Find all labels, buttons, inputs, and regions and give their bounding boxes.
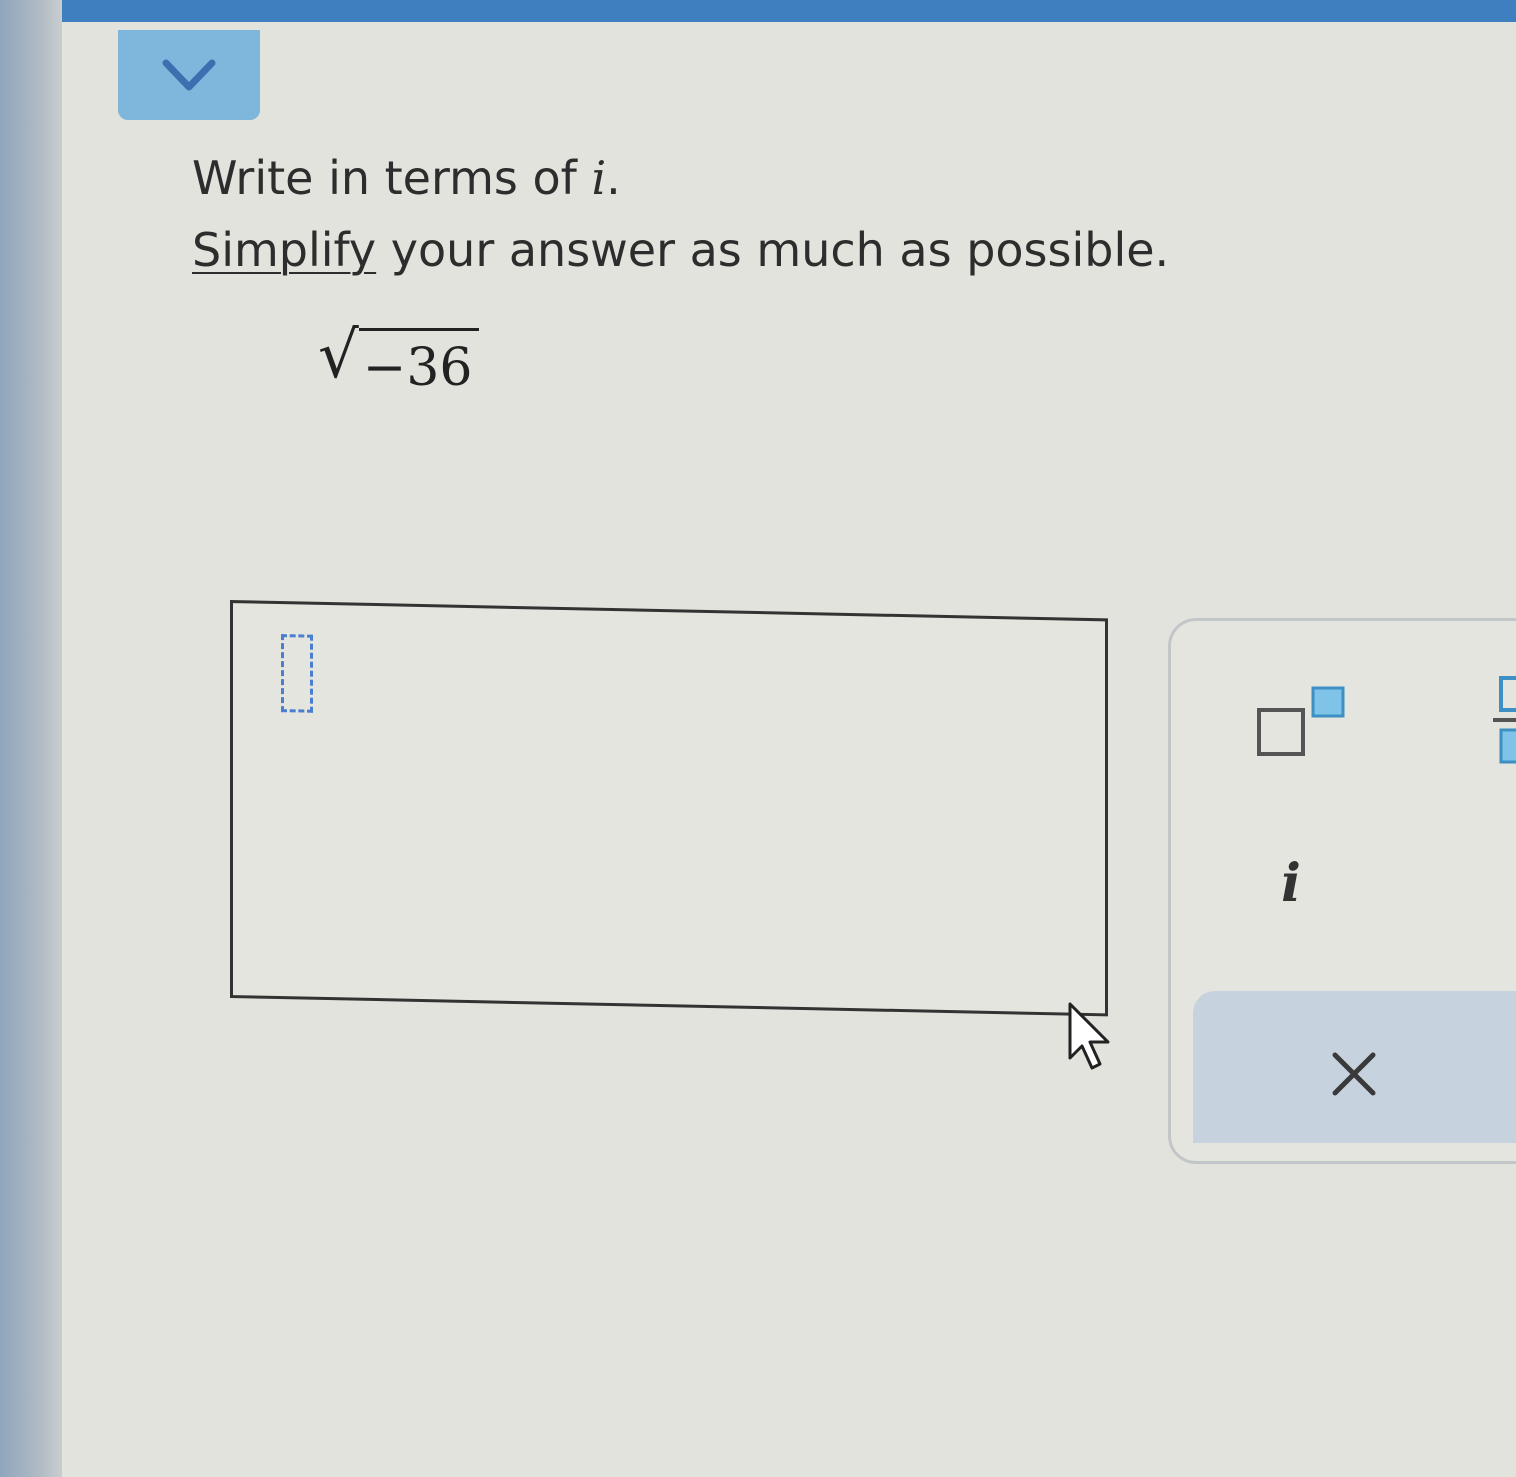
i-label: i: [1281, 852, 1301, 914]
chevron-down-icon: [162, 59, 216, 91]
radicand: −36: [358, 328, 479, 401]
superscript-template-button[interactable]: [1241, 669, 1351, 759]
fraction-template-icon: [1493, 676, 1516, 764]
empty-slot-icon[interactable]: [281, 634, 313, 713]
math-expression: √ −36: [318, 319, 479, 401]
instruction-rest: your answer as much as possible.: [376, 223, 1170, 277]
radical-symbol: √: [318, 319, 359, 393]
instruction-line-2: Simplify your answer as much as possible…: [192, 214, 1169, 286]
insert-i-button[interactable]: i: [1261, 843, 1321, 923]
variable-i: i: [591, 151, 607, 205]
math-palette: i: [1168, 618, 1516, 1164]
left-sidebar-strip: [0, 0, 62, 1477]
collapse-button[interactable]: [118, 30, 260, 120]
fraction-template-button[interactable]: [1481, 663, 1516, 773]
close-icon: [1332, 1052, 1376, 1096]
instruction-line-1: Write in terms of i.: [192, 142, 1169, 214]
question-text: Write in terms of i. Simplify your answe…: [192, 142, 1169, 286]
clear-button[interactable]: [1319, 1039, 1389, 1109]
instruction-suffix: .: [606, 151, 621, 205]
instruction-prefix: Write in terms of: [192, 151, 592, 205]
simplify-link[interactable]: Simplify: [192, 223, 376, 277]
superscript-template-icon: [1257, 686, 1345, 756]
top-bar: [0, 0, 1516, 22]
clear-bar: [1193, 991, 1516, 1143]
mouse-pointer-icon: [1068, 1002, 1110, 1070]
answer-input[interactable]: [230, 600, 1108, 1017]
